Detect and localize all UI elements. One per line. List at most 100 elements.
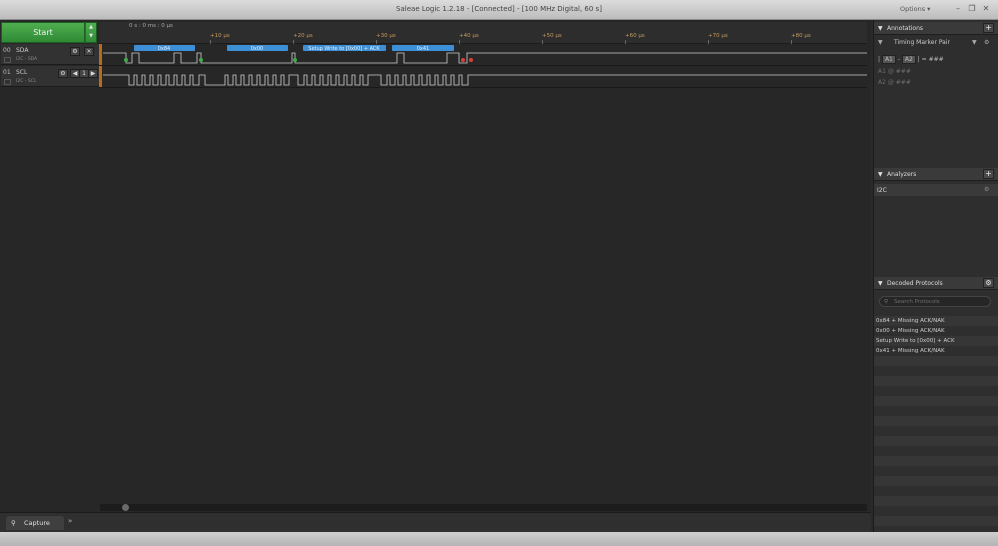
add-annotation-button[interactable]: + <box>983 23 994 33</box>
close-icon[interactable]: ✕ <box>980 3 992 14</box>
collapse-triangle-icon[interactable]: ▼ <box>878 280 883 287</box>
timing-marker-label: Timing Marker Pair <box>894 39 950 46</box>
stop-marker <box>461 58 465 62</box>
search-protocols-input[interactable]: ⚲ Search Protocols <box>879 296 991 307</box>
decoded-protocols-header[interactable]: ▼ Decoded Protocols ⚙ <box>874 277 998 290</box>
tick-label: +30 µs <box>376 33 396 39</box>
decode-bubble[interactable]: 0x41 <box>392 45 454 52</box>
channel-number: 00 <box>3 47 11 54</box>
chevron-down-icon[interactable]: ▼ <box>86 32 96 41</box>
double-chevron-icon[interactable]: » <box>68 517 72 525</box>
a1-row-label: A1 <box>878 68 886 75</box>
analyzers-title: Analyzers <box>887 171 917 178</box>
collapse-triangle-icon[interactable]: ▼ <box>878 171 883 178</box>
sda-trace <box>103 52 867 64</box>
start-marker <box>124 58 128 62</box>
gear-icon[interactable]: ⚙ <box>983 278 994 288</box>
right-panel: ▼ Annotations + ▼ Timing Marker Pair ▼ ⚙… <box>873 20 998 532</box>
a2-row-at: @ <box>887 79 894 86</box>
tick-label: +80 µs <box>791 33 811 39</box>
start-marker <box>293 58 297 62</box>
capture-tab[interactable]: ⚲ Capture <box>6 516 64 530</box>
a2-row: A2 @ ### <box>878 79 911 86</box>
search-icon: ⚲ <box>884 299 889 305</box>
restore-icon[interactable]: ❐ <box>966 3 978 14</box>
title-bar: Saleae Logic 1.2.18 - [Connected] - [100… <box>0 0 998 20</box>
a1-badge[interactable]: A1 <box>881 55 896 64</box>
decode-bubble-label: Setup Write to [0x00] + ACK <box>308 46 380 52</box>
decode-bubble[interactable]: 0x00 <box>227 45 288 52</box>
decode-bubble-label: 0x84 <box>158 46 171 52</box>
analyzers-header[interactable]: ▼ Analyzers + <box>874 168 998 181</box>
chevron-right-icon[interactable]: ▶ <box>88 69 98 78</box>
a2-row-value: ### <box>895 79 911 86</box>
decode-bubble-label: 0x41 <box>417 46 430 52</box>
channel-analyzer-label: I2C - SCL <box>16 79 37 84</box>
analyzer-item-label: I2C <box>877 187 887 194</box>
channel-row-scl[interactable]: 01 SCL I2C - SCL ⚙ ◀ 1 ▶ <box>1 66 99 87</box>
main-canvas <box>0 20 871 512</box>
tick-label: +10 µs <box>210 33 230 39</box>
scl-trace <box>103 74 867 86</box>
options-menu[interactable]: Options ▾ <box>900 5 930 13</box>
chevron-up-icon[interactable]: ▲ <box>86 23 96 32</box>
capture-tab-label: Capture <box>24 519 50 527</box>
decode-bubble-label: 0x00 <box>251 46 264 52</box>
tick-label: +20 µs <box>293 33 313 39</box>
close-icon[interactable]: ✕ <box>84 47 94 56</box>
decoded-row[interactable]: 0x41 + Missing ACK/NAK <box>874 346 998 356</box>
scroll-thumb[interactable] <box>122 504 129 511</box>
decoded-protocols-title: Decoded Protocols <box>887 280 943 287</box>
channel-analyzer-label: I2C - SDA <box>16 57 38 62</box>
a2-row-label: A2 <box>878 79 886 86</box>
annotations-title: Annotations <box>887 25 924 32</box>
decode-bubble[interactable]: 0x84 <box>134 45 195 52</box>
decoded-row[interactable]: 0x00 + Missing ACK/NAK <box>874 326 998 336</box>
annotations-header[interactable]: ▼ Annotations + <box>874 22 998 35</box>
horizontal-scrollbar[interactable] <box>100 504 867 511</box>
decode-bubble[interactable]: Setup Write to [0x00] + ACK <box>303 45 386 52</box>
pair-minus: - <box>897 56 900 63</box>
waveform-area[interactable]: 0x84 0x00 Setup Write to [0x00] + ACK 0x… <box>99 44 867 88</box>
start-marker <box>199 58 203 62</box>
start-button[interactable]: Start <box>1 22 85 43</box>
decoded-row[interactable]: Setup Write to [0x00] + ACK <box>874 336 998 346</box>
decoded-empty-rows <box>874 356 998 532</box>
gear-icon[interactable]: ⚙ <box>58 69 68 78</box>
minimize-icon[interactable]: – <box>952 3 964 14</box>
gear-icon[interactable]: ⚙ <box>70 47 80 56</box>
a1-row-at: @ <box>887 68 894 75</box>
channel-color-swatch <box>4 57 11 63</box>
time-origin: 0 s : 0 ms : 0 µs <box>129 23 173 29</box>
channel-row-sda[interactable]: 00 SDA I2C - SDA ⚙ ✕ <box>1 44 99 65</box>
time-ruler[interactable]: 0 s : 0 ms : 0 µs +10 µs +20 µs +30 µs +… <box>99 22 867 44</box>
collapse-triangle-icon[interactable]: ▼ <box>878 25 883 32</box>
tick-label: +50 µs <box>542 33 562 39</box>
pair-bracket-open: | <box>878 56 881 63</box>
pair-result: | = ### <box>917 56 944 63</box>
tick-label: +70 µs <box>708 33 728 39</box>
a2-badge[interactable]: A2 <box>901 55 916 64</box>
a1-row-value: ### <box>895 68 911 75</box>
gear-icon[interactable]: ⚙ <box>984 186 989 193</box>
add-analyzer-button[interactable]: + <box>983 169 994 179</box>
a1-row: A1 @ ### <box>878 68 911 75</box>
tick-label: +60 µs <box>625 33 645 39</box>
timing-marker-row[interactable]: ▼ Timing Marker Pair ▼ ⚙ <box>874 37 998 49</box>
analyzer-item[interactable]: I2C ⚙ <box>874 184 998 196</box>
channel-name[interactable]: SCL <box>16 69 27 76</box>
funnel-icon[interactable]: ▼ <box>878 39 883 46</box>
search-protocols-placeholder: Search Protocols <box>894 299 940 305</box>
window-bottom-bar <box>0 532 998 546</box>
timing-pair-expression: | A1 - A2 | = ### <box>878 55 944 64</box>
stop-marker <box>469 58 473 62</box>
decoded-row[interactable]: 0x84 + Missing ACK/NAK <box>874 316 998 326</box>
channel-number: 01 <box>3 69 11 76</box>
status-bar: ⚲ Capture » <box>0 512 871 532</box>
channel-name[interactable]: SDA <box>16 47 28 54</box>
tick-label: +40 µs <box>459 33 479 39</box>
channel-color-swatch <box>4 79 11 85</box>
start-options-spinner[interactable]: ▲ ▼ <box>85 22 97 43</box>
chevron-down-icon[interactable]: ▼ <box>972 39 977 46</box>
gear-icon[interactable]: ⚙ <box>984 39 989 46</box>
